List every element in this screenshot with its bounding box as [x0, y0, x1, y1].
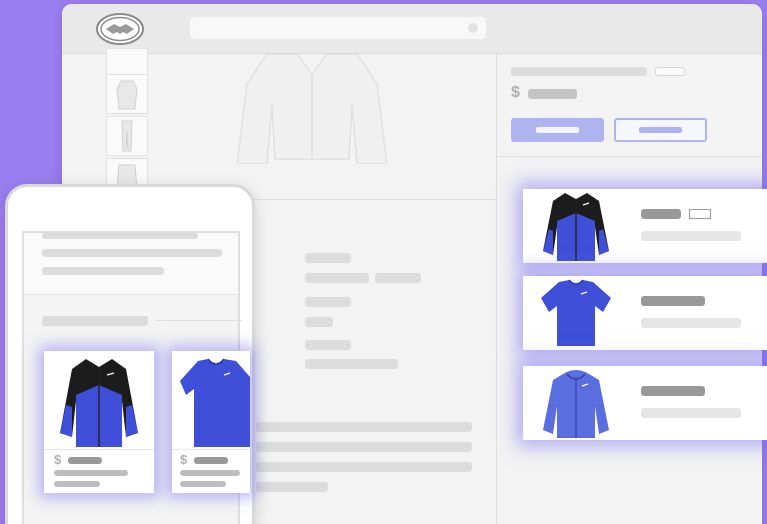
description-line: [305, 317, 333, 327]
product-name-placeholder: [54, 470, 128, 476]
price-placeholder: [68, 457, 102, 464]
site-header: [62, 4, 762, 54]
price-placeholder: [528, 89, 577, 99]
card-divider: [172, 449, 250, 450]
badge-placeholder: [655, 67, 685, 76]
price-placeholder: [194, 457, 228, 464]
card-divider: [44, 449, 154, 450]
mobile-section-rule: [156, 320, 242, 321]
product-name-placeholder: [641, 386, 705, 396]
mobile-phone: $ $: [5, 184, 255, 524]
gallery-thumbnail[interactable]: [106, 74, 148, 114]
mobile-text-line: [42, 233, 198, 239]
search-input[interactable]: [190, 17, 486, 39]
product-detail-placeholder: [641, 318, 741, 328]
recommendation-card[interactable]: [523, 366, 767, 440]
description-line: [256, 422, 472, 432]
recommendation-card[interactable]: [523, 276, 767, 350]
description-line: [305, 340, 351, 350]
product-title-placeholder: [511, 67, 647, 76]
mobile-text-line: [42, 267, 164, 275]
description-line: [256, 462, 472, 472]
product-detail-placeholder: [54, 481, 100, 487]
mobile-text-line: [42, 249, 222, 257]
product-detail-placeholder: [180, 481, 226, 487]
product-name-placeholder: [180, 470, 240, 476]
jacket-icon: [537, 191, 615, 261]
column-divider: [496, 54, 497, 524]
description-line: [256, 442, 472, 452]
product-name-placeholder: [641, 209, 681, 219]
product-detail-placeholder: [641, 408, 741, 418]
jacket-icon: [52, 355, 146, 447]
currency-symbol: $: [54, 452, 62, 467]
description-line: [305, 297, 351, 307]
description-line: [256, 482, 328, 492]
description-line: [305, 273, 369, 283]
product-main-image: [227, 53, 397, 165]
handshake-icon[interactable]: [96, 13, 144, 45]
mobile-product-card[interactable]: $: [172, 351, 250, 493]
gallery-thumbnail[interactable]: [106, 116, 148, 156]
mobile-product-card[interactable]: $: [44, 351, 154, 493]
product-name-placeholder: [641, 296, 705, 306]
description-line: [305, 359, 398, 369]
mobile-section-title: [42, 316, 148, 326]
recommendation-card[interactable]: [523, 189, 767, 263]
description-line: [375, 273, 421, 283]
tshirt-icon: [180, 355, 250, 447]
section-divider: [497, 156, 762, 157]
image-gallery: [106, 48, 148, 198]
mobile-header-section: [24, 233, 238, 295]
hoodie-icon: [537, 368, 615, 438]
tshirt-icon: [537, 278, 615, 348]
search-icon[interactable]: [468, 23, 478, 33]
buy-button[interactable]: [511, 118, 604, 142]
currency-symbol: $: [511, 84, 520, 101]
add-to-cart-button[interactable]: [614, 118, 707, 142]
badge-placeholder: [689, 209, 711, 219]
currency-symbol: $: [180, 452, 188, 467]
description-line: [305, 253, 351, 263]
product-detail-placeholder: [641, 231, 741, 241]
